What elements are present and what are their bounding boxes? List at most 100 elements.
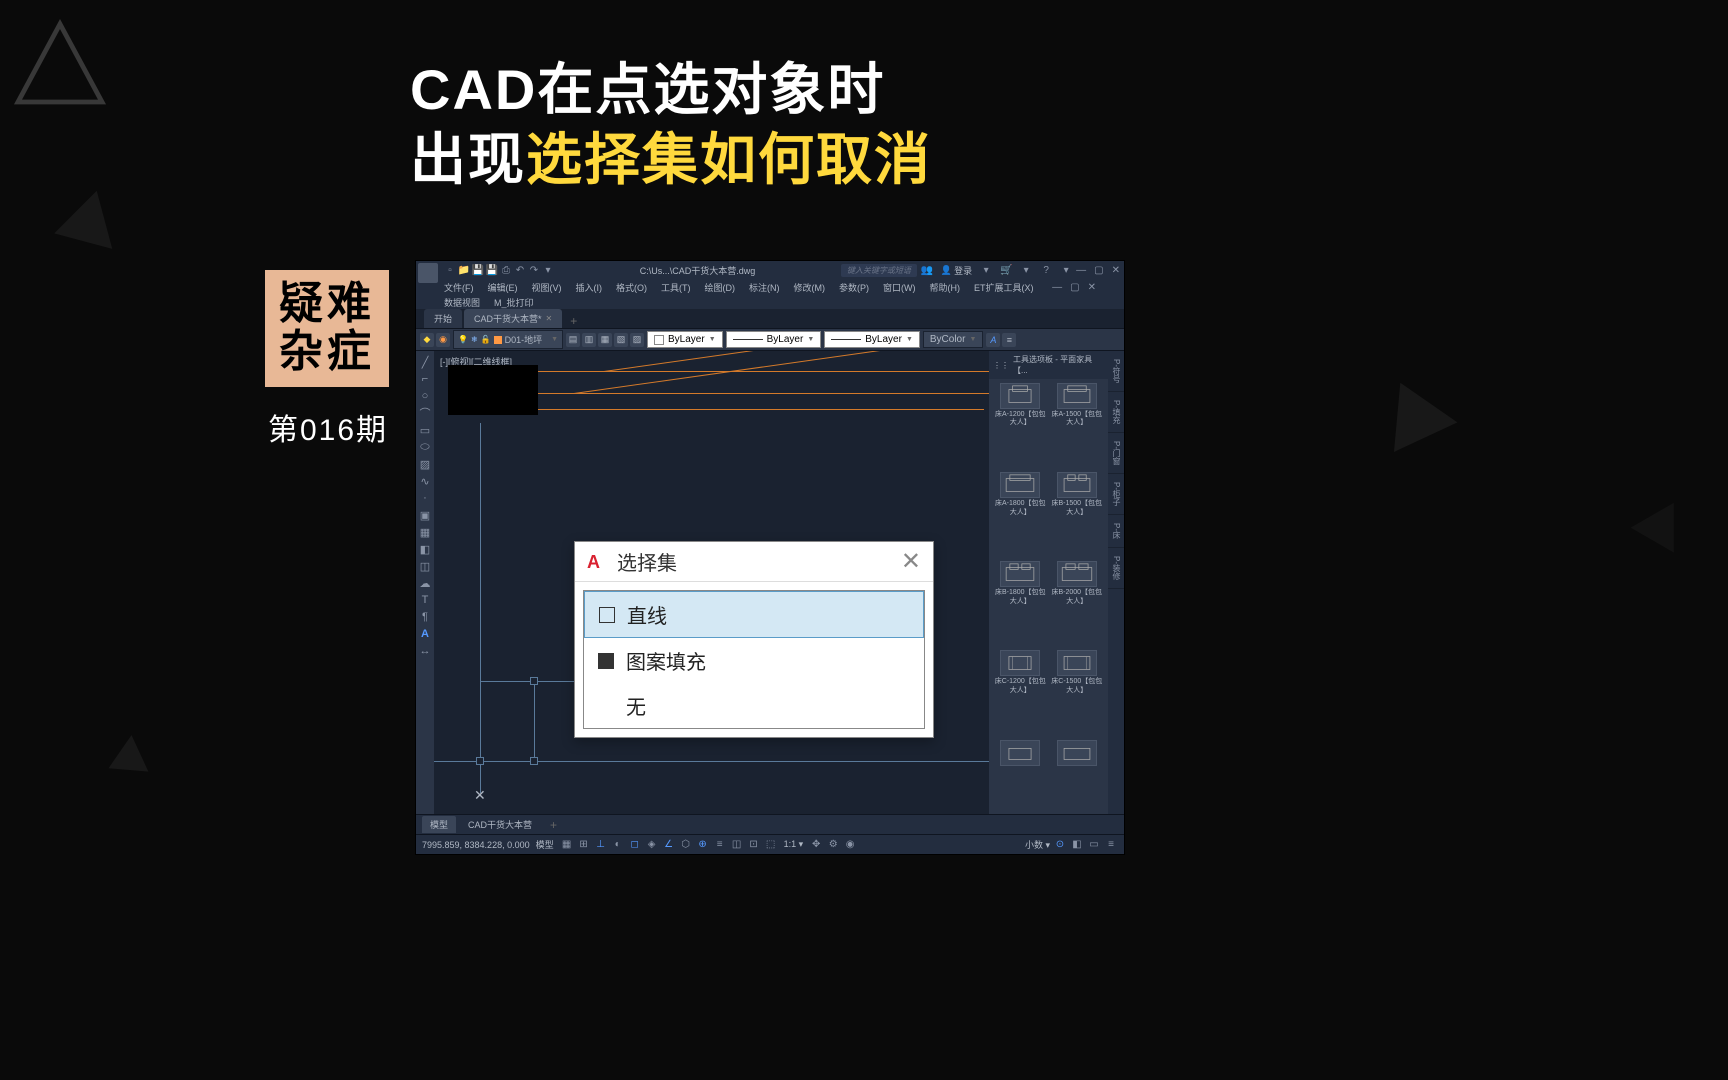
isolate-icon[interactable]: ◧: [1070, 838, 1084, 852]
menu-parametric[interactable]: 参数(P): [839, 281, 869, 294]
layer-tool-icon[interactable]: ▥: [582, 333, 596, 347]
cart-icon[interactable]: 🛒: [1000, 264, 1012, 276]
dropdown-icon[interactable]: ▾: [1060, 264, 1072, 276]
new-icon[interactable]: ▫: [444, 264, 456, 276]
tpy-toggle-icon[interactable]: ◫: [730, 838, 744, 852]
palette-item[interactable]: [1050, 740, 1105, 810]
menu-view[interactable]: 视图(V): [532, 281, 562, 294]
infocenter-icon[interactable]: 👥: [921, 264, 933, 276]
line-tool-icon[interactable]: ╱: [418, 355, 432, 369]
tab-close-icon[interactable]: ✕: [546, 314, 553, 323]
saveas-icon[interactable]: 💾: [486, 264, 498, 276]
menu-window[interactable]: 窗口(W): [883, 281, 916, 294]
clean-icon[interactable]: ▭: [1087, 838, 1101, 852]
spline-tool-icon[interactable]: ∿: [418, 474, 432, 488]
layout-tab-model[interactable]: 模型: [422, 816, 456, 833]
snap-toggle-icon[interactable]: ⊞: [577, 838, 591, 852]
layer-tool-icon[interactable]: ▤: [566, 333, 580, 347]
palette-tab[interactable]: P-柜子: [1108, 474, 1124, 515]
list-icon[interactable]: ≡: [1002, 333, 1016, 347]
menu-dataview[interactable]: 数据视图: [444, 296, 480, 309]
undo-icon[interactable]: ↶: [514, 264, 526, 276]
palette-tab[interactable]: P-填充: [1108, 392, 1124, 433]
doc-minimize-button[interactable]: —: [1052, 282, 1062, 293]
3dosnap-toggle-icon[interactable]: ◈: [645, 838, 659, 852]
annoscale-icon[interactable]: ✥: [809, 838, 823, 852]
hw-accel-icon[interactable]: ⊙: [1053, 838, 1067, 852]
arc-tool-icon[interactable]: ⌒: [418, 406, 432, 420]
menu-et[interactable]: ET扩展工具(X): [974, 281, 1034, 294]
palette-tab[interactable]: P-装修: [1108, 548, 1124, 589]
search-input[interactable]: 键入关键字或短语: [841, 264, 917, 277]
dropdown-icon[interactable]: ▾: [542, 264, 554, 276]
layer-tool-icon[interactable]: ▧: [614, 333, 628, 347]
grip-point[interactable]: [530, 757, 538, 765]
menu-insert[interactable]: 插入(I): [576, 281, 603, 294]
menu-help[interactable]: 帮助(H): [930, 281, 961, 294]
minimize-button[interactable]: —: [1076, 265, 1086, 276]
ellipse-tool-icon[interactable]: ⬭: [418, 440, 432, 454]
palette-item[interactable]: [993, 740, 1048, 810]
menu-batchprint[interactable]: M_批打印: [494, 296, 534, 309]
ortho-toggle-icon[interactable]: ⊥: [594, 838, 608, 852]
add-tab-button[interactable]: +: [564, 314, 583, 328]
palette-item[interactable]: 床B-2000【包包大人】: [1050, 561, 1105, 648]
tab-start[interactable]: 开始: [424, 309, 462, 328]
exchange-icon[interactable]: ▾: [980, 264, 992, 276]
add-layout-button[interactable]: +: [544, 818, 563, 832]
palette-item[interactable]: 床B-1800【包包大人】: [993, 561, 1048, 648]
plotstyle-dropdown[interactable]: ByColor▼: [923, 331, 984, 348]
lineweight-dropdown[interactable]: ByLayer▼: [824, 331, 920, 348]
selection-item-line[interactable]: 直线: [584, 591, 924, 638]
grid-toggle-icon[interactable]: ▦: [560, 838, 574, 852]
palette-item[interactable]: 床B-1500【包包大人】: [1050, 472, 1105, 559]
palette-item[interactable]: 床C-1500【包包大人】: [1050, 650, 1105, 737]
osnap-toggle-icon[interactable]: ◻: [628, 838, 642, 852]
polar-toggle-icon[interactable]: ◐: [611, 838, 625, 852]
layout-tab[interactable]: CAD干货大本营: [460, 816, 540, 833]
dialog-close-button[interactable]: ✕: [901, 547, 921, 576]
grip-point[interactable]: [476, 757, 484, 765]
palette-title[interactable]: ⋮⋮ 工具选项板 - 平面家具【...: [989, 351, 1108, 379]
rectangle-tool-icon[interactable]: ▭: [418, 423, 432, 437]
color-dropdown[interactable]: ByLayer▼: [647, 331, 723, 348]
layer-states-icon[interactable]: ◉: [436, 333, 450, 347]
menu-modify[interactable]: 修改(M): [794, 281, 826, 294]
block-tool-icon[interactable]: ▣: [418, 508, 432, 522]
app-avatar[interactable]: [418, 263, 438, 283]
doc-restore-button[interactable]: ▢: [1070, 282, 1079, 293]
app-icon[interactable]: ▾: [1020, 264, 1032, 276]
mtext-tool-icon[interactable]: ¶: [418, 610, 432, 624]
palette-item[interactable]: 床A-1800【包包大人】: [993, 472, 1048, 559]
open-icon[interactable]: 📁: [458, 264, 470, 276]
close-button[interactable]: ✕: [1112, 265, 1120, 276]
otrack-toggle-icon[interactable]: ∠: [662, 838, 676, 852]
layer-dropdown[interactable]: 💡 ❄ 🔓 D01-地坪 ▼: [453, 330, 563, 349]
sc-toggle-icon[interactable]: ⬚: [764, 838, 778, 852]
menu-format[interactable]: 格式(O): [616, 281, 647, 294]
drawing-canvas[interactable]: [-][俯视][二维线框] ✕ A 选择集 ✕: [434, 351, 989, 814]
space-indicator[interactable]: 模型: [536, 838, 554, 851]
menu-edit[interactable]: 编辑(E): [488, 281, 518, 294]
menu-dimension[interactable]: 标注(N): [749, 281, 780, 294]
scale-dropdown[interactable]: 1:1 ▾: [784, 839, 804, 850]
palette-tab[interactable]: P-符号: [1108, 351, 1124, 392]
help-icon[interactable]: ?: [1040, 264, 1052, 276]
dyn-toggle-icon[interactable]: ⊕: [696, 838, 710, 852]
properties-icon[interactable]: A: [986, 333, 1000, 347]
linetype-dropdown[interactable]: ByLayer▼: [726, 331, 822, 348]
coordinates-readout[interactable]: 7995.859, 8384.228, 0.000: [422, 840, 530, 850]
menu-draw[interactable]: 绘图(D): [705, 281, 736, 294]
palette-item[interactable]: 床A-1500【包包大人】: [1050, 383, 1105, 470]
lwt-toggle-icon[interactable]: ≡: [713, 838, 727, 852]
wipeout-tool-icon[interactable]: ◫: [418, 559, 432, 573]
print-icon[interactable]: ⎙: [500, 264, 512, 276]
ws-icon[interactable]: ⚙: [826, 838, 840, 852]
save-icon[interactable]: 💾: [472, 264, 484, 276]
palette-item[interactable]: 床A-1200【包包大人】: [993, 383, 1048, 470]
menu-tools[interactable]: 工具(T): [661, 281, 691, 294]
layer-tool-icon[interactable]: ▨: [630, 333, 644, 347]
palette-tab[interactable]: P-床: [1108, 515, 1124, 548]
text-tool-icon[interactable]: T: [418, 593, 432, 607]
doc-close-button[interactable]: ✕: [1088, 282, 1096, 293]
